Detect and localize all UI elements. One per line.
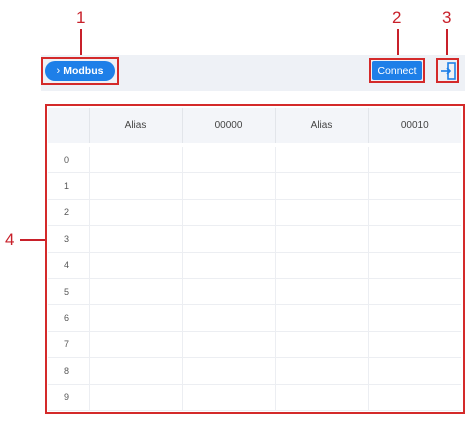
callout-4: 4 bbox=[5, 230, 15, 249]
callout-3: 3 bbox=[442, 8, 452, 27]
callout-2: 2 bbox=[392, 8, 402, 27]
callout-2-line bbox=[397, 29, 399, 57]
callout-4-line bbox=[20, 239, 46, 241]
callout-4-highlight bbox=[45, 104, 465, 414]
callout-2-highlight bbox=[369, 58, 425, 83]
callout-1-highlight bbox=[41, 57, 119, 85]
callout-3-line bbox=[446, 29, 448, 57]
callout-3-highlight bbox=[436, 58, 459, 83]
callout-1: 1 bbox=[76, 8, 86, 27]
callout-1-line bbox=[80, 29, 82, 57]
